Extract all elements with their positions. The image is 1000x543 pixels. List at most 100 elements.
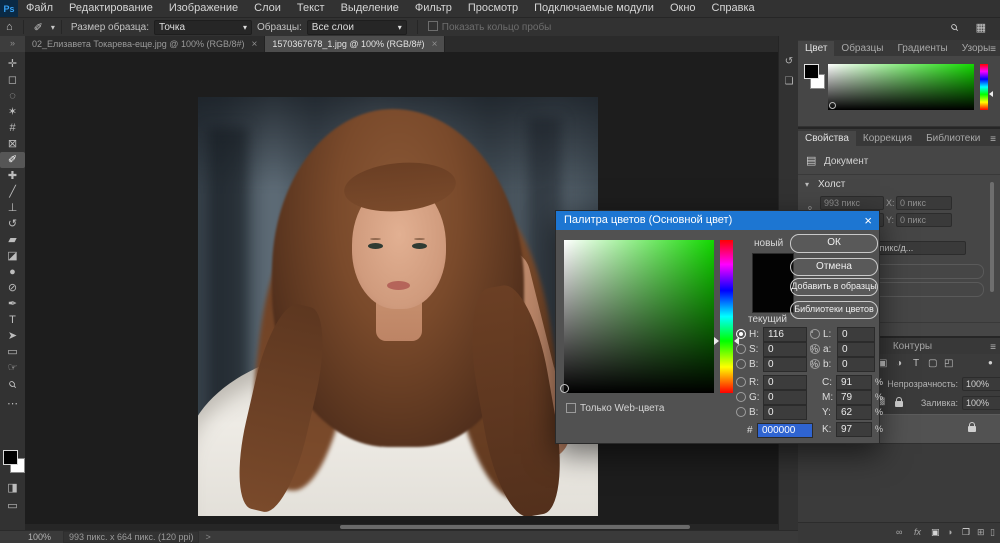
chevron-down-icon[interactable]: ▾ <box>805 180 809 189</box>
b3-radio[interactable] <box>810 359 820 369</box>
a-radio[interactable] <box>810 344 820 354</box>
photo-document[interactable] <box>198 97 598 516</box>
sample-size-dropdown[interactable]: Точка▾ <box>154 20 252 35</box>
healing-brush-tool[interactable]: ✚ <box>0 168 25 184</box>
blur-tool[interactable]: ● <box>0 264 25 280</box>
tab-libraries[interactable]: Библиотеки <box>919 131 987 146</box>
ok-button[interactable]: ОК <box>790 234 878 253</box>
menu-item-plugins[interactable]: Подключаемые модули <box>526 0 662 17</box>
hue-slider[interactable] <box>720 240 733 393</box>
document-tab-1[interactable]: 02_Елизавета Токарева-еще.jpg @ 100% (RG… <box>25 36 265 52</box>
cancel-button[interactable]: Отмена <box>790 258 878 276</box>
menu-item-image[interactable]: Изображение <box>161 0 246 17</box>
c-input[interactable]: 91 <box>836 375 872 390</box>
quick-mask-button[interactable]: ◨ <box>0 480 25 496</box>
edit-toolbar-button[interactable]: ⋯ <box>0 396 25 412</box>
opacity-dropdown[interactable]: 100% <box>962 377 1000 391</box>
add-to-swatches-button[interactable]: Добавить в образцы <box>790 278 878 296</box>
h-input[interactable]: 116 <box>763 327 807 342</box>
home-icon[interactable]: ⌂ <box>0 21 19 33</box>
status-arrow-icon[interactable]: > <box>205 532 210 542</box>
menu-item-file[interactable]: Файл <box>18 0 61 17</box>
k-input[interactable]: 97 <box>836 422 872 437</box>
preset-caret-icon[interactable]: ▾ <box>49 23 57 32</box>
marquee-tool[interactable]: ◻ <box>0 72 25 88</box>
menu-item-type[interactable]: Текст <box>289 0 333 17</box>
type-tool[interactable]: T <box>0 312 25 328</box>
filter-shape-icon[interactable]: ▢ <box>928 358 937 369</box>
move-tool[interactable]: ✛ <box>0 56 25 72</box>
b2-input[interactable]: 0 <box>763 405 807 420</box>
hand-tool[interactable]: ☞ <box>0 360 25 376</box>
web-colors-checkbox[interactable] <box>566 403 576 413</box>
menu-item-edit[interactable]: Редактирование <box>61 0 161 17</box>
tab-swatches[interactable]: Образцы <box>834 41 890 56</box>
foreground-color-swatch[interactable] <box>3 450 18 465</box>
hue-slider-arrow[interactable] <box>989 91 993 97</box>
g-input[interactable]: 0 <box>763 390 807 405</box>
hex-input[interactable]: 000000 <box>757 423 813 438</box>
filter-smart-object-icon[interactable]: ◰ <box>944 358 953 369</box>
eyedropper-preset-icon[interactable]: ✐ <box>28 21 49 34</box>
layer-style-icon[interactable]: fx <box>914 527 921 537</box>
comments-panel-icon[interactable]: ❏ <box>783 76 795 87</box>
pen-tool[interactable]: ✒ <box>0 296 25 312</box>
menu-item-view[interactable]: Просмотр <box>460 0 526 17</box>
lasso-tool[interactable]: ◌ <box>0 88 25 104</box>
color-sample-marker[interactable] <box>560 384 569 393</box>
document-tab-2[interactable]: 1570367678_1.jpg @ 100% (RGB/8#)× <box>265 36 445 52</box>
r-radio[interactable] <box>736 377 746 387</box>
close-icon[interactable]: × <box>432 39 438 50</box>
b-input[interactable]: 0 <box>763 357 807 372</box>
frame-tool[interactable]: ⊠ <box>0 136 25 152</box>
new-layer-icon[interactable]: ⊞ <box>977 527 985 538</box>
b-radio[interactable] <box>736 359 746 369</box>
dodge-tool[interactable]: ⊘ <box>0 280 25 296</box>
filter-pin-icon[interactable]: ● <box>988 358 993 367</box>
menu-item-layers[interactable]: Слои <box>246 0 289 17</box>
tab-adjustments[interactable]: Коррекция <box>856 131 919 146</box>
a-input[interactable]: 0 <box>837 342 875 357</box>
eyedropper-tool[interactable]: ✐ <box>0 152 25 168</box>
panel-menu-icon[interactable]: ≡ <box>990 342 996 353</box>
history-brush-tool[interactable]: ↺ <box>0 216 25 232</box>
gradient-tool[interactable]: ◪ <box>0 248 25 264</box>
properties-scrollbar[interactable] <box>990 182 994 292</box>
fill-dropdown[interactable]: 100% <box>962 396 1000 410</box>
eraser-tool[interactable]: ▰ <box>0 232 25 248</box>
brush-tool[interactable]: ╱ <box>0 184 25 200</box>
canvas-y-field[interactable]: 0 пикс <box>896 213 952 227</box>
hue-slider-arrow-left[interactable] <box>714 337 719 345</box>
shape-tool[interactable]: ▭ <box>0 344 25 360</box>
menu-item-filter[interactable]: Фильтр <box>407 0 460 17</box>
filter-type-icon[interactable]: T <box>913 358 919 369</box>
clone-stamp-tool[interactable]: ⊥ <box>0 200 25 216</box>
canvas-x-field[interactable]: 0 пикс <box>896 196 952 210</box>
zoom-level-field[interactable]: 100% <box>28 532 51 542</box>
b2-radio[interactable] <box>736 407 746 417</box>
tab-paths[interactable]: Контуры <box>886 339 939 354</box>
b3-input[interactable]: 0 <box>837 357 875 372</box>
dialog-titlebar[interactable]: Палитра цветов (Основной цвет) <box>556 211 879 230</box>
tab-color[interactable]: Цвет <box>798 41 834 56</box>
samples-dropdown[interactable]: Все слои▾ <box>307 20 407 35</box>
close-icon[interactable]: × <box>251 39 257 50</box>
s-input[interactable]: 0 <box>763 342 807 357</box>
l-radio[interactable] <box>810 329 820 339</box>
delete-layer-icon[interactable]: ▯ <box>990 527 995 538</box>
crop-tool[interactable]: # <box>0 120 25 136</box>
panel-menu-icon[interactable]: ≡ <box>990 44 996 55</box>
layer-lock-icon[interactable] <box>968 424 976 436</box>
color-panel-field[interactable] <box>828 64 974 110</box>
menu-item-help[interactable]: Справка <box>704 0 763 17</box>
history-panel-icon[interactable]: ↺ <box>783 56 795 67</box>
workspace-icon[interactable]: ▦ <box>970 21 992 34</box>
menu-item-window[interactable]: Окно <box>662 0 704 17</box>
r-input[interactable]: 0 <box>763 375 807 390</box>
search-icon[interactable]: ϙ <box>944 16 965 37</box>
panel-foreground-swatch[interactable] <box>804 64 819 79</box>
new-group-icon[interactable]: ❐ <box>962 527 970 538</box>
l-input[interactable]: 0 <box>837 327 875 342</box>
s-radio[interactable] <box>736 344 746 354</box>
object-selection-tool[interactable]: ✶ <box>0 104 25 120</box>
